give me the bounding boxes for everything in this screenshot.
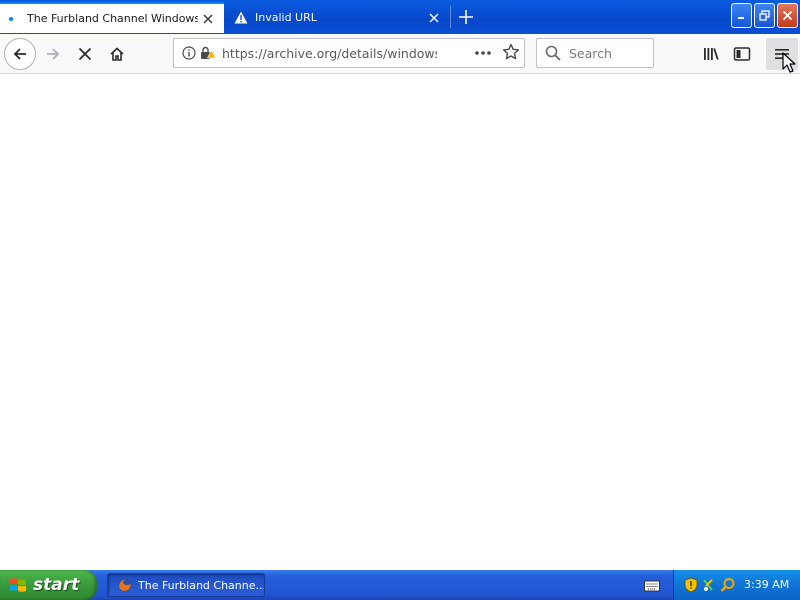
url-bar[interactable]: https://archive.org/details/windowsb [173,38,525,68]
start-label: start [33,575,80,595]
close-window-button[interactable] [777,3,798,28]
search-icon [545,45,561,61]
forward-button[interactable] [37,38,69,70]
clock: 3:39 AM [744,578,790,591]
network-icon[interactable] [702,577,716,593]
forward-arrow-icon [47,48,60,60]
loading-indicator-icon [9,16,13,21]
tab-title: The Furbland Channel Windows Bo [27,12,198,25]
taskbar-item-label: The Furbland Channe... [138,578,264,592]
sidebar-button[interactable] [726,38,758,70]
close-icon [782,10,793,21]
tab-invalid-url[interactable]: Invalid URL [225,2,450,33]
url-text[interactable]: https://archive.org/details/windowsb [222,46,437,61]
sidebar-icon [733,47,751,61]
insecure-lock-icon[interactable] [200,46,216,60]
taskbar: start The Furbland Channe... 3:39 AM [0,570,800,600]
firefox-icon [117,577,133,593]
close-tab-icon[interactable] [424,8,444,28]
tab-separator [450,6,451,28]
page-actions-icon[interactable] [474,45,492,65]
page-content[interactable] [0,75,800,570]
keyboard-icon[interactable] [644,578,660,597]
close-tab-icon[interactable] [198,9,218,29]
minimize-icon [738,17,744,19]
tab-furbland[interactable]: The Furbland Channel Windows Bo [0,2,224,33]
restore-button[interactable] [754,3,775,28]
search-input[interactable]: Search [569,46,612,61]
tab-title: Invalid URL [255,11,317,24]
search-tray-icon[interactable] [720,577,736,593]
home-button[interactable] [101,38,133,70]
navigation-toolbar: https://archive.org/details/windowsb Sea… [0,34,800,74]
minimize-button[interactable] [731,3,752,28]
home-icon [110,47,124,61]
new-tab-button[interactable] [453,5,479,29]
system-tray: 3:39 AM [673,570,800,600]
back-arrow-icon [13,48,26,60]
security-shield-icon[interactable] [684,577,698,593]
library-icon [704,48,719,60]
back-button[interactable] [4,38,36,70]
info-icon[interactable] [182,46,196,60]
stop-icon [78,47,92,61]
search-bar[interactable]: Search [536,38,654,68]
bookmark-star-icon[interactable] [502,43,520,65]
taskbar-item-firefox[interactable]: The Furbland Channe... [107,573,265,597]
stop-button[interactable] [69,38,101,70]
start-button[interactable]: start [0,570,97,600]
plus-icon [459,10,473,24]
restore-icon [759,10,770,21]
tab-strip: The Furbland Channel Windows Bo Invalid … [0,0,800,34]
library-button[interactable] [695,38,727,70]
warning-icon [234,11,248,24]
windows-logo-icon [9,576,27,594]
mouse-cursor-icon [782,52,796,73]
